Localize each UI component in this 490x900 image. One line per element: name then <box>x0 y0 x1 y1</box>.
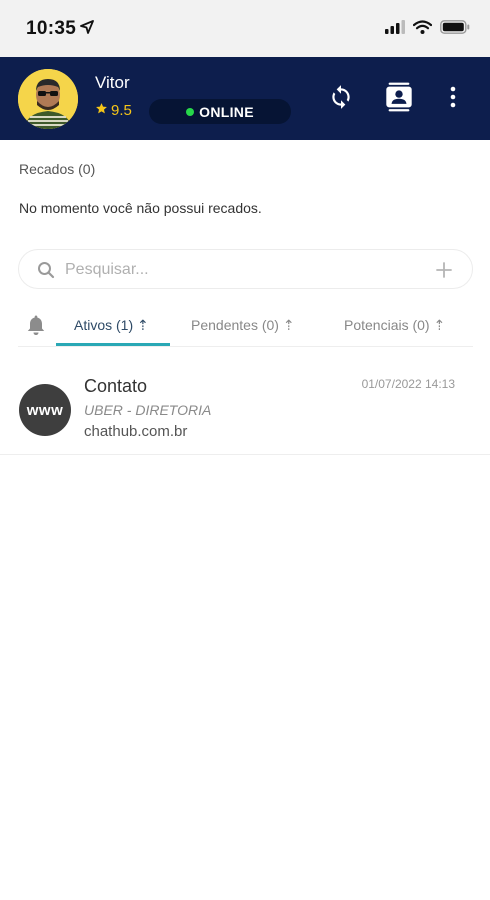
more-vertical-icon <box>450 86 456 113</box>
contact-company: UBER - DIRETORIA <box>84 402 212 418</box>
tab-potenciais[interactable]: Potenciais (0) ⇡ <box>344 317 445 334</box>
contacts-icon <box>385 82 413 117</box>
add-button[interactable] <box>434 260 454 280</box>
contact-avatar: www <box>19 384 71 436</box>
contact-source: chathub.com.br <box>84 423 188 440</box>
status-bar: 10:35 <box>0 0 490 57</box>
recados-empty-message: No momento você não possui recados. <box>19 200 262 216</box>
contact-timestamp: 01/07/2022 14:13 <box>361 377 455 391</box>
user-avatar[interactable] <box>18 69 78 129</box>
location-arrow-icon <box>80 20 94 39</box>
user-name: Vitor <box>95 73 130 92</box>
contact-list-item[interactable]: www Contato UBER - DIRETORIA chathub.com… <box>0 366 490 455</box>
online-dot-icon <box>186 107 195 116</box>
status-time: 10:35 <box>26 18 77 39</box>
status-badge[interactable]: ONLINE <box>149 99 291 124</box>
app-header: Vitor 9.5 ONLINE <box>0 57 490 140</box>
status-label: ONLINE <box>199 103 254 120</box>
conversation-tabs: Ativos (1) ⇡ Pendentes (0) ⇡ Potenciais … <box>18 306 473 347</box>
bell-icon[interactable] <box>26 314 46 341</box>
star-icon <box>95 102 108 119</box>
plus-icon <box>436 262 452 278</box>
tab-pendentes[interactable]: Pendentes (0) ⇡ <box>191 317 295 334</box>
cellular-signal-icon <box>385 20 405 39</box>
tab-ativos[interactable]: Ativos (1) ⇡ <box>74 317 149 334</box>
search-bar <box>18 249 473 289</box>
active-tab-indicator <box>56 343 170 346</box>
contact-name: Contato <box>84 376 148 396</box>
search-icon <box>37 261 55 284</box>
search-input[interactable] <box>65 258 425 282</box>
contacts-button[interactable] <box>383 82 415 117</box>
status-icons <box>385 20 470 39</box>
rating-value: 9.5 <box>111 102 132 119</box>
refresh-button[interactable] <box>325 83 357 115</box>
refresh-icon <box>328 84 354 115</box>
more-options-button[interactable] <box>437 83 469 115</box>
user-rating: 9.5 <box>95 102 132 119</box>
recados-title: Recados (0) <box>19 161 96 177</box>
battery-icon <box>440 20 470 39</box>
wifi-icon <box>412 20 433 39</box>
